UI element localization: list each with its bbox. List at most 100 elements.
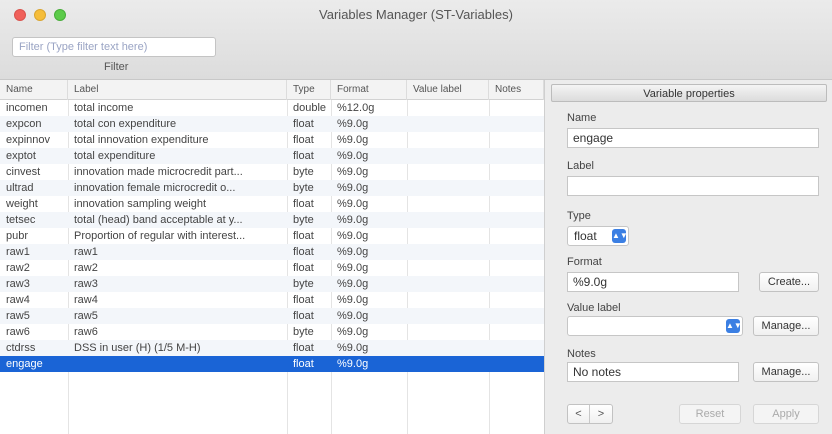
cell-notes: [489, 116, 544, 132]
column-header-value-label[interactable]: Value label: [407, 80, 489, 100]
cell-name: raw3: [6, 278, 30, 290]
cell-value-label: [407, 116, 489, 132]
cell-label: [68, 356, 287, 372]
cell-label: total (head) band acceptable at y...: [74, 214, 243, 226]
column-header-notes[interactable]: Notes: [489, 80, 544, 100]
reset-button[interactable]: Reset: [679, 404, 741, 424]
table-row[interactable]: raw1 raw1 float %9.0g: [0, 244, 544, 260]
cell-name: raw6: [6, 326, 30, 338]
cell-notes: [489, 356, 544, 372]
label-label: Label: [567, 160, 594, 172]
cell-name: engage: [6, 358, 43, 370]
cell-name: expcon: [6, 118, 42, 130]
table-row[interactable]: raw6 raw6 byte %9.0g: [0, 324, 544, 340]
cell-label: total con expenditure: [74, 118, 177, 130]
table-row[interactable]: incomen total income double %12.0g: [0, 100, 544, 116]
cell-name: exptot: [6, 150, 36, 162]
name-field[interactable]: [567, 128, 819, 148]
cell-label: raw4: [74, 294, 98, 306]
cell-notes: [489, 180, 544, 196]
cell-label: total income: [74, 102, 134, 114]
column-header-name[interactable]: Name: [0, 80, 68, 100]
cell-notes: [489, 212, 544, 228]
table-row[interactable]: ultrad innovation female microcredit o...…: [0, 180, 544, 196]
cell-value-label: [407, 228, 489, 244]
cell-name: ultrad: [6, 182, 34, 194]
cell-value-label: [407, 180, 489, 196]
cell-type: float: [293, 118, 314, 130]
cell-format: %9.0g: [337, 198, 369, 210]
cell-value-label: [407, 356, 489, 372]
cell-label: innovation made microcredit part...: [74, 166, 243, 178]
value-label-label: Value label: [567, 302, 621, 314]
cell-format: %9.0g: [337, 182, 369, 194]
cell-notes: [489, 340, 544, 356]
cell-type: float: [293, 150, 314, 162]
table-row[interactable]: exptot total expenditure float %9.0g: [0, 148, 544, 164]
table-row[interactable]: raw2 raw2 float %9.0g: [0, 260, 544, 276]
table-row[interactable]: cinvest innovation made microcredit part.…: [0, 164, 544, 180]
cell-format: %9.0g: [337, 294, 369, 306]
previous-variable-button[interactable]: <: [568, 405, 590, 423]
cell-notes: [489, 308, 544, 324]
cell-format: %9.0g: [337, 118, 369, 130]
format-field[interactable]: [567, 272, 739, 292]
table-row[interactable]: raw5 raw5 float %9.0g: [0, 308, 544, 324]
filter-input[interactable]: [12, 37, 216, 57]
cell-format: %9.0g: [337, 262, 369, 274]
column-header-format[interactable]: Format: [331, 80, 407, 100]
cell-label: total innovation expenditure: [74, 134, 209, 146]
chevron-up-down-icon: ▲▼: [612, 229, 628, 243]
table-header: Name Label Type Format Value label Notes: [0, 80, 544, 100]
cell-type: float: [293, 134, 314, 146]
cell-type: float: [293, 294, 314, 306]
panel-header: Variable properties: [551, 84, 827, 102]
cell-name: raw5: [6, 310, 30, 322]
cell-notes: [489, 244, 544, 260]
variables-manager-window: Variables Manager (ST-Variables) Filter …: [0, 0, 832, 434]
column-header-label[interactable]: Label: [68, 80, 287, 100]
table-row[interactable]: raw4 raw4 float %9.0g: [0, 292, 544, 308]
table-row[interactable]: pubr Proportion of regular with interest.…: [0, 228, 544, 244]
manage-value-labels-button[interactable]: Manage...: [753, 316, 819, 336]
cell-type: byte: [293, 182, 314, 194]
cell-type: float: [293, 262, 314, 274]
table-row[interactable]: ctdrss DSS in user (H) (1/5 M-H) float %9.0…: [0, 340, 544, 356]
type-select[interactable]: float ▲▼: [567, 226, 629, 246]
cell-label: innovation female microcredit o...: [74, 182, 236, 194]
chevron-up-down-icon: ▲▼: [726, 319, 742, 333]
table-row[interactable]: engage float %9.0g: [0, 356, 544, 372]
notes-label: Notes: [567, 348, 596, 360]
label-field[interactable]: [567, 176, 819, 196]
cell-name: raw1: [6, 246, 30, 258]
cell-type: byte: [293, 278, 314, 290]
variable-navigator: < >: [567, 404, 613, 424]
table-row[interactable]: tetsec total (head) band acceptable at y.…: [0, 212, 544, 228]
cell-name: weight: [6, 198, 38, 210]
table-row[interactable]: weight innovation sampling weight float %9.…: [0, 196, 544, 212]
value-label-select[interactable]: ▲▼: [567, 316, 743, 336]
cell-type: float: [293, 310, 314, 322]
cell-name: tetsec: [6, 214, 36, 226]
cell-notes: [489, 260, 544, 276]
manage-notes-button[interactable]: Manage...: [753, 362, 819, 382]
cell-name: expinnov: [6, 134, 51, 146]
table-row[interactable]: raw3 raw3 byte %9.0g: [0, 276, 544, 292]
apply-button[interactable]: Apply: [753, 404, 819, 424]
titlebar: Variables Manager (ST-Variables) Filter: [0, 0, 832, 80]
type-label: Type: [567, 210, 591, 222]
cell-value-label: [407, 292, 489, 308]
table-row[interactable]: expcon total con expenditure float %9.0g: [0, 116, 544, 132]
cell-value-label: [407, 100, 489, 116]
column-header-type[interactable]: Type: [287, 80, 331, 100]
next-variable-button[interactable]: >: [590, 405, 612, 423]
cell-label: raw2: [74, 262, 98, 274]
cell-format: %9.0g: [337, 342, 369, 354]
cell-notes: [489, 292, 544, 308]
table-row[interactable]: expinnov total innovation expenditure floa…: [0, 132, 544, 148]
create-format-button[interactable]: Create...: [759, 272, 819, 292]
cell-label: innovation sampling weight: [74, 198, 207, 210]
cell-value-label: [407, 132, 489, 148]
notes-field[interactable]: [567, 362, 739, 382]
cell-name: ctdrss: [6, 342, 36, 354]
